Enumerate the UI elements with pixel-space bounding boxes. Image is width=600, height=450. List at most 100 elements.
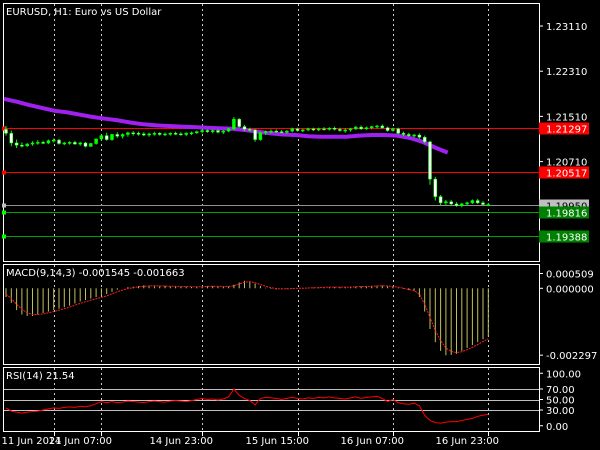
candle-body — [41, 142, 45, 144]
y-tick-label: 50.00 — [546, 396, 575, 407]
y-tick-label: 100.00 — [546, 369, 581, 380]
candle-body — [465, 202, 469, 205]
candle-body — [470, 200, 475, 204]
y-tick-label: 0.00 — [546, 422, 568, 433]
level-marker — [2, 203, 6, 208]
candle-body — [444, 201, 448, 204]
candle-body — [449, 201, 453, 205]
candle-body — [14, 142, 19, 146]
candle-body — [364, 127, 369, 130]
candle-body — [173, 133, 178, 135]
macd-signal-line — [5, 281, 489, 354]
price-tag-label: 1.21297 — [546, 125, 587, 136]
candle-body — [126, 132, 130, 135]
candle-body — [242, 126, 247, 130]
y-tick-label: 0.000000 — [546, 284, 594, 295]
candle-body — [142, 133, 146, 136]
candle-body — [152, 133, 157, 135]
candle-body — [460, 203, 464, 206]
candle-body — [322, 128, 326, 131]
level-marker — [2, 234, 6, 239]
candle-body — [396, 128, 400, 134]
candle-body — [269, 130, 273, 133]
candle-body — [263, 131, 268, 134]
candle-body — [120, 134, 125, 137]
candle-body — [295, 128, 300, 131]
x-tick-label: 14 Jun 23:00 — [150, 436, 214, 447]
candle-body — [274, 130, 279, 133]
price-levels — [2, 126, 539, 239]
rsi-line — [5, 388, 489, 424]
candle-body — [232, 118, 236, 130]
x-tick-label: 16 Jun 23:00 — [436, 436, 500, 447]
vertical-grid — [54, 4, 489, 431]
macd-y-axis: 0.000509 0.000000 -0.002297 — [539, 269, 597, 362]
candle-body — [99, 135, 104, 140]
candle-body — [253, 129, 257, 140]
candle-body — [216, 130, 220, 133]
y-tick-label: 0.000509 — [546, 269, 594, 280]
candle-body — [4, 129, 8, 134]
macd-panel-title: MACD(9,14,3) -0.001545 -0.001663 — [6, 268, 185, 279]
candle-body — [51, 139, 56, 142]
candle-body — [94, 138, 98, 144]
y-tick-label: 1.22310 — [546, 67, 587, 78]
rsi-panel-title: RSI(14) 21.54 — [6, 371, 75, 382]
candle-body — [73, 142, 77, 145]
candle-body — [338, 129, 342, 131]
candle-body — [380, 125, 385, 128]
moving-average-line — [3, 96, 449, 155]
candle-body — [89, 143, 93, 147]
price-tag-label: 1.19388 — [546, 233, 587, 244]
candle-body — [131, 132, 135, 135]
candle-body — [205, 130, 210, 132]
candle-body — [248, 129, 252, 131]
candle-body — [359, 126, 363, 130]
candle-body — [412, 134, 416, 137]
candle-body — [422, 137, 427, 143]
candle-body — [110, 134, 114, 140]
candle-body — [354, 126, 358, 130]
candle-body — [279, 131, 284, 133]
candle-body — [179, 133, 183, 136]
candle-body — [67, 142, 72, 144]
candle-body — [369, 126, 374, 128]
candle-body — [486, 204, 491, 206]
candle-body — [78, 142, 82, 145]
candle-body — [481, 202, 485, 205]
chart-window[interactable]: 1.23110 1.22310 1.21510 1.20710 0.000509 0.0… — [0, 0, 600, 450]
candle-body — [311, 128, 316, 131]
candle-body — [210, 130, 215, 132]
macd-panel-frame — [3, 264, 540, 365]
candle-body — [285, 130, 289, 133]
y-tick-label: 1.23110 — [546, 22, 587, 33]
candle-body — [438, 196, 443, 204]
candle-body — [184, 133, 188, 135]
candle-body — [9, 133, 14, 144]
candle-body — [157, 133, 162, 135]
y-tick-label: -0.002297 — [546, 351, 597, 362]
candle-body — [407, 134, 411, 136]
candle-body — [115, 134, 120, 137]
candle-body — [46, 140, 51, 144]
candle-body — [401, 133, 406, 135]
candle-body — [475, 200, 480, 204]
candle-body — [200, 130, 204, 132]
price-tag-label: 1.19816 — [546, 209, 587, 220]
candle-body — [327, 128, 332, 130]
rsi-panel-frame — [3, 367, 540, 432]
chart-canvas[interactable]: 1.231101.223101.215101.20710 0.0005090.0… — [0, 0, 600, 450]
y-tick-label: 1.21510 — [546, 112, 587, 123]
candle-body — [62, 142, 67, 145]
candle-body — [301, 129, 305, 132]
candle-body — [30, 142, 35, 145]
candle-body — [332, 128, 337, 130]
candle-body — [57, 139, 61, 144]
candle-body — [20, 144, 24, 147]
candle-body — [226, 128, 231, 132]
candle-body — [168, 133, 173, 135]
candle-body — [36, 142, 40, 144]
candle-body — [25, 143, 29, 147]
candle-body — [306, 128, 310, 131]
y-tick-label: 70.00 — [546, 385, 575, 396]
